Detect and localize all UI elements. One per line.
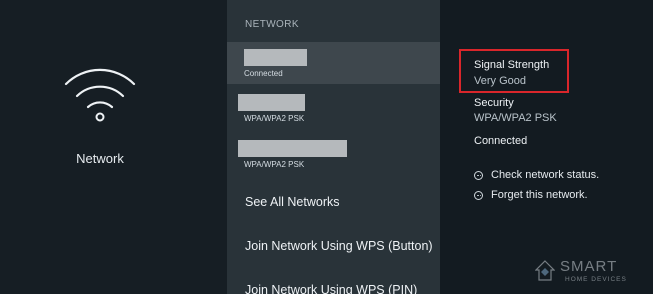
forget-network-action[interactable]: Forget this network. [474,189,588,201]
network-security: WPA/WPA2 PSK [244,160,305,169]
network-security: WPA/WPA2 PSK [244,114,305,123]
watermark-title: SMART [560,258,618,275]
wifi-icon [64,68,136,122]
network-item[interactable]: WPA/WPA2 PSK [227,135,440,175]
watermark-logo: SMART HOME DEVICES [535,256,635,288]
connection-status: Connected [474,135,528,147]
network-item[interactable]: WPA/WPA2 PSK [227,89,440,129]
menu-button-icon [474,170,483,180]
network-item-connected[interactable]: Connected [227,42,440,84]
network-details-pane [440,0,653,294]
category-title: Network [76,151,124,166]
check-network-status-action[interactable]: Check network status. [474,169,599,181]
redacted-network-name [238,94,305,111]
security-label: Security [474,97,514,109]
network-status: Connected [244,69,283,78]
network-list-pane: NETWORK Connected WPA/WPA2 PSK WPA/WPA2 … [227,0,440,294]
security-value: WPA/WPA2 PSK [474,112,557,124]
signal-strength-label: Signal Strength [474,59,550,71]
join-wps-button-option[interactable]: Join Network Using WPS (Button) [245,239,433,253]
redacted-network-name [244,49,307,66]
category-pane: Network [0,0,227,294]
redacted-network-name [238,140,347,157]
see-all-networks-button[interactable]: See All Networks [245,195,339,209]
action-label: Check network status. [491,169,600,181]
menu-button-icon [474,190,483,200]
signal-strength-value: Very Good [474,75,526,87]
action-label: Forget this network. [491,189,588,201]
house-logo-icon [535,260,555,281]
section-header: NETWORK [245,19,299,30]
watermark-subtitle: HOME DEVICES [565,276,627,283]
join-wps-pin-option[interactable]: Join Network Using WPS (PIN) [245,283,417,294]
